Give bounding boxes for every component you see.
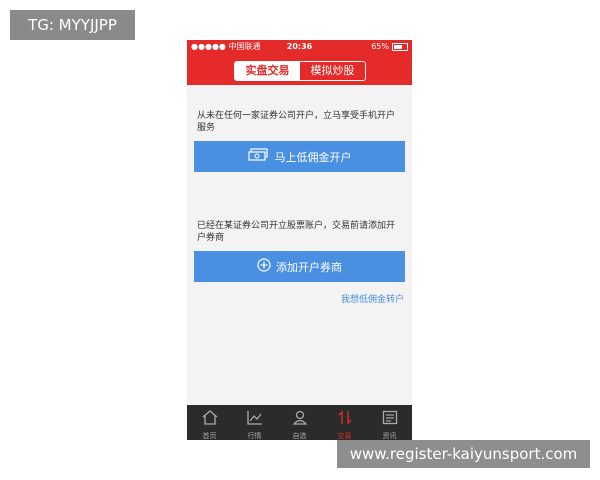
- tab-news[interactable]: 资讯: [367, 405, 412, 440]
- watermark-label: www.register-kaiyunsport.com: [337, 440, 590, 468]
- existing-account-intro: 已经在某证券公司开立股票账户，交易前请添加开户券商: [197, 221, 396, 243]
- add-broker-button[interactable]: 添加开户券商: [194, 251, 405, 282]
- open-account-button[interactable]: 马上低佣金开户: [194, 141, 405, 172]
- battery-icon: [392, 43, 408, 51]
- new-account-intro: 从未在任何一家证券公司开户，立马享受手机开户服务: [197, 111, 396, 133]
- tab-home[interactable]: 首页: [187, 405, 232, 440]
- tab-label: 资讯: [382, 432, 397, 440]
- bottom-tab-bar: 首页 行情 自选 交易 资讯: [187, 405, 412, 440]
- home-icon: [202, 410, 218, 429]
- tab-real-trading[interactable]: 实盘交易: [235, 62, 300, 80]
- low-commission-transfer-link[interactable]: 我想低佣金转户: [341, 292, 404, 305]
- battery-percent: 65%: [371, 42, 389, 51]
- tab-label: 行情: [247, 432, 262, 440]
- tab-label: 交易: [337, 432, 352, 440]
- tab-watchlist[interactable]: 自选: [277, 405, 322, 440]
- person-icon: [292, 410, 308, 429]
- tab-market[interactable]: 行情: [232, 405, 277, 440]
- status-bar: ●●●●● 中国联通 20:36 65%: [187, 40, 412, 54]
- news-icon: [382, 410, 398, 429]
- tab-label: 自选: [292, 432, 307, 440]
- plus-circle-icon: [257, 258, 271, 275]
- add-broker-label: 添加开户券商: [276, 260, 342, 274]
- trade-icon: [337, 410, 353, 429]
- chart-icon: [246, 410, 263, 429]
- open-account-label: 马上低佣金开户: [274, 150, 352, 164]
- tag-label: TG: MYYJJPP: [10, 10, 135, 40]
- mode-switch: 实盘交易 模拟炒股: [234, 61, 366, 81]
- status-right: 65%: [371, 40, 408, 54]
- top-nav-bar: 实盘交易 模拟炒股: [187, 54, 412, 85]
- tab-trade[interactable]: 交易: [322, 405, 367, 440]
- phone-screen: ●●●●● 中国联通 20:36 65% 实盘交易 模拟炒股 从未在任何一家证券…: [187, 40, 412, 440]
- cash-icon: [247, 148, 270, 165]
- tab-simulated-trading[interactable]: 模拟炒股: [300, 62, 365, 80]
- tab-label: 首页: [202, 432, 217, 440]
